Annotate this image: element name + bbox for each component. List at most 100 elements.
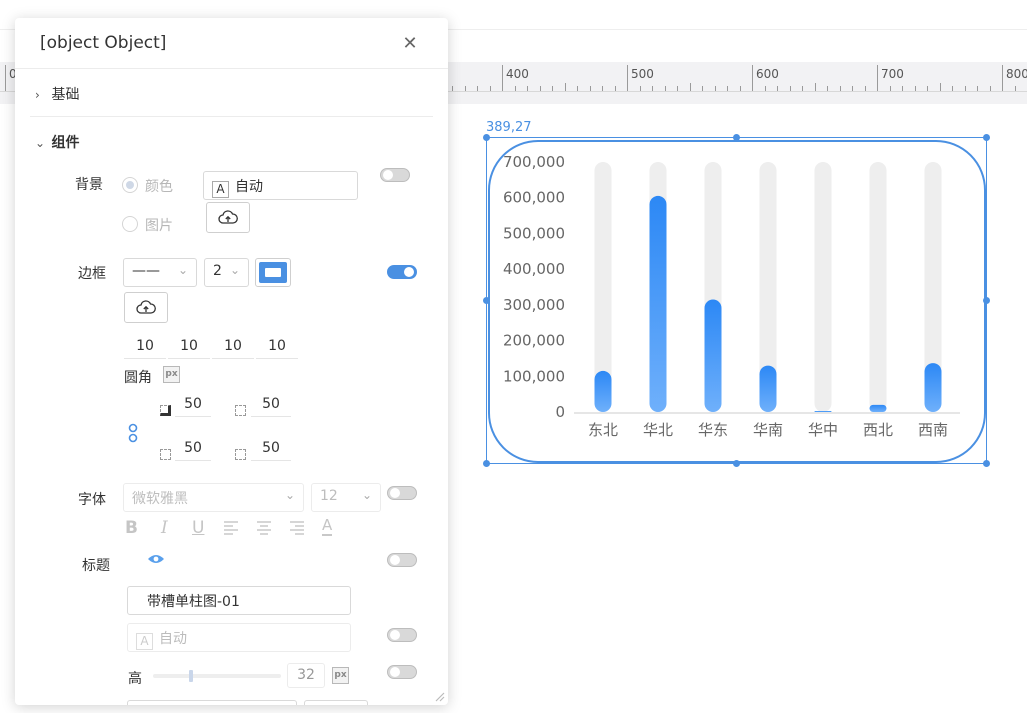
ruler-minor-tick xyxy=(990,86,991,91)
corner-top-left-icon xyxy=(160,405,171,416)
title-input[interactable]: 带槽单柱图-01 xyxy=(127,586,351,615)
ruler-minor-tick xyxy=(890,86,891,91)
align-center-icon[interactable] xyxy=(256,520,272,535)
eye-icon[interactable] xyxy=(147,553,165,565)
height-slider-thumb[interactable] xyxy=(189,670,194,682)
resize-handle-se[interactable] xyxy=(983,460,990,467)
ruler-minor-tick xyxy=(465,86,466,91)
title-color-value: 自动 xyxy=(159,631,187,647)
selection-box[interactable] xyxy=(486,137,987,464)
font-toggle[interactable] xyxy=(387,486,417,500)
background-color-radio[interactable] xyxy=(122,177,138,193)
ruler-minor-tick xyxy=(777,86,778,91)
ruler-major-tick xyxy=(877,65,878,91)
radius-top-right[interactable]: 50 xyxy=(251,393,291,417)
height-toggle[interactable] xyxy=(387,665,417,679)
border-style-select[interactable]: —— ⌄ xyxy=(123,258,197,287)
border-width-bottom[interactable]: 10 xyxy=(212,335,254,359)
radius-label: 圆角 xyxy=(124,370,152,386)
background-image-radio[interactable] xyxy=(122,216,138,232)
ruler-minor-tick xyxy=(802,86,803,91)
border-width-right[interactable]: 10 xyxy=(168,335,210,359)
resize-handle-nw[interactable] xyxy=(483,134,490,141)
border-label: 边框 xyxy=(78,266,106,282)
ruler-minor-tick xyxy=(940,83,941,91)
section-component-label: 组件 xyxy=(51,135,80,151)
background-color-input[interactable]: A 自动 xyxy=(203,171,358,200)
ruler-minor-tick xyxy=(790,86,791,91)
font-color-button[interactable]: A xyxy=(322,517,333,536)
resize-handle-s[interactable] xyxy=(733,460,740,467)
background-image-option-label: 图片 xyxy=(145,218,173,234)
font-size-select[interactable]: 12 ⌄ xyxy=(311,483,381,512)
align-left-icon[interactable] xyxy=(223,520,239,535)
border-toggle[interactable] xyxy=(387,265,417,279)
chevron-down-icon: ⌄ xyxy=(177,263,188,277)
font-family-select[interactable]: 微软雅黑 ⌄ xyxy=(123,483,304,512)
radius-bottom-right[interactable]: 50 xyxy=(251,437,291,461)
ruler-label: 700 xyxy=(881,67,904,81)
ruler-minor-tick xyxy=(952,86,953,91)
ruler-label: 500 xyxy=(631,67,654,81)
font-size-value: 12 xyxy=(320,488,338,504)
title-color-toggle[interactable] xyxy=(387,628,417,642)
ruler-minor-tick xyxy=(977,86,978,91)
height-slider[interactable] xyxy=(153,674,281,678)
background-label: 背景 xyxy=(75,177,103,193)
background-upload-button[interactable] xyxy=(206,202,250,233)
ruler-minor-tick xyxy=(865,86,866,91)
ruler-minor-tick xyxy=(915,86,916,91)
ruler-minor-tick xyxy=(702,86,703,91)
chevron-down-icon: ⌄ xyxy=(35,136,46,150)
cloud-upload-icon xyxy=(218,209,238,224)
title-color-input[interactable]: A 自动 xyxy=(127,623,351,652)
resize-handle-ne[interactable] xyxy=(983,134,990,141)
title-toggle[interactable] xyxy=(387,553,417,567)
ruler-minor-tick xyxy=(765,86,766,91)
ruler-minor-tick xyxy=(927,86,928,91)
title-label: 标题 xyxy=(82,558,110,574)
panel-header: [object Object] ✕ xyxy=(15,18,448,69)
ruler-minor-tick xyxy=(615,86,616,91)
radius-bottom-left[interactable]: 50 xyxy=(175,437,211,461)
section-component[interactable]: ⌄ 组件 xyxy=(35,132,79,152)
ruler-minor-tick xyxy=(840,86,841,91)
border-color-swatch xyxy=(259,262,287,283)
close-icon[interactable]: ✕ xyxy=(400,34,420,54)
align-right-icon[interactable] xyxy=(289,520,305,535)
border-width-select[interactable]: 2 ⌄ xyxy=(204,258,249,287)
height-input[interactable]: 32 xyxy=(287,663,325,688)
ruler-minor-tick xyxy=(690,83,691,91)
section-basic[interactable]: › 基础 xyxy=(35,84,79,104)
link-icon[interactable] xyxy=(127,423,139,443)
next-field-input-2[interactable] xyxy=(304,700,368,705)
bold-button[interactable]: B xyxy=(125,518,138,538)
component-settings-panel: [object Object] ✕ › 基础 ⌄ 组件 背景 颜色 A 自动 图片… xyxy=(15,18,448,705)
ruler-minor-tick xyxy=(715,86,716,91)
ruler-major-tick xyxy=(752,65,753,91)
ruler-minor-tick xyxy=(490,86,491,91)
radius-top-left[interactable]: 50 xyxy=(175,393,211,417)
ruler-minor-tick xyxy=(815,83,816,91)
ruler-major-tick xyxy=(502,65,503,91)
resize-handle-sw[interactable] xyxy=(483,460,490,467)
border-color-button[interactable] xyxy=(255,258,291,287)
border-upload-button[interactable] xyxy=(124,292,168,323)
next-field-input[interactable] xyxy=(127,700,297,705)
resize-grip-icon[interactable] xyxy=(435,692,445,702)
chevron-down-icon: ⌄ xyxy=(229,263,240,277)
color-auto-icon: A xyxy=(212,181,229,198)
border-width-top[interactable]: 10 xyxy=(124,335,166,359)
resize-handle-n[interactable] xyxy=(733,134,740,141)
ruler-minor-tick xyxy=(902,86,903,91)
underline-button[interactable]: U xyxy=(192,518,204,538)
ruler-minor-tick xyxy=(590,86,591,91)
resize-handle-e[interactable] xyxy=(983,297,990,304)
italic-button[interactable]: I xyxy=(161,518,168,538)
background-color-value: 自动 xyxy=(235,179,263,195)
resize-handle-w[interactable] xyxy=(483,297,490,304)
coordinate-readout: 389,27 xyxy=(486,120,532,135)
ruler-label: 800 xyxy=(1006,67,1027,81)
border-width-left[interactable]: 10 xyxy=(256,335,298,359)
background-toggle[interactable] xyxy=(380,168,410,182)
